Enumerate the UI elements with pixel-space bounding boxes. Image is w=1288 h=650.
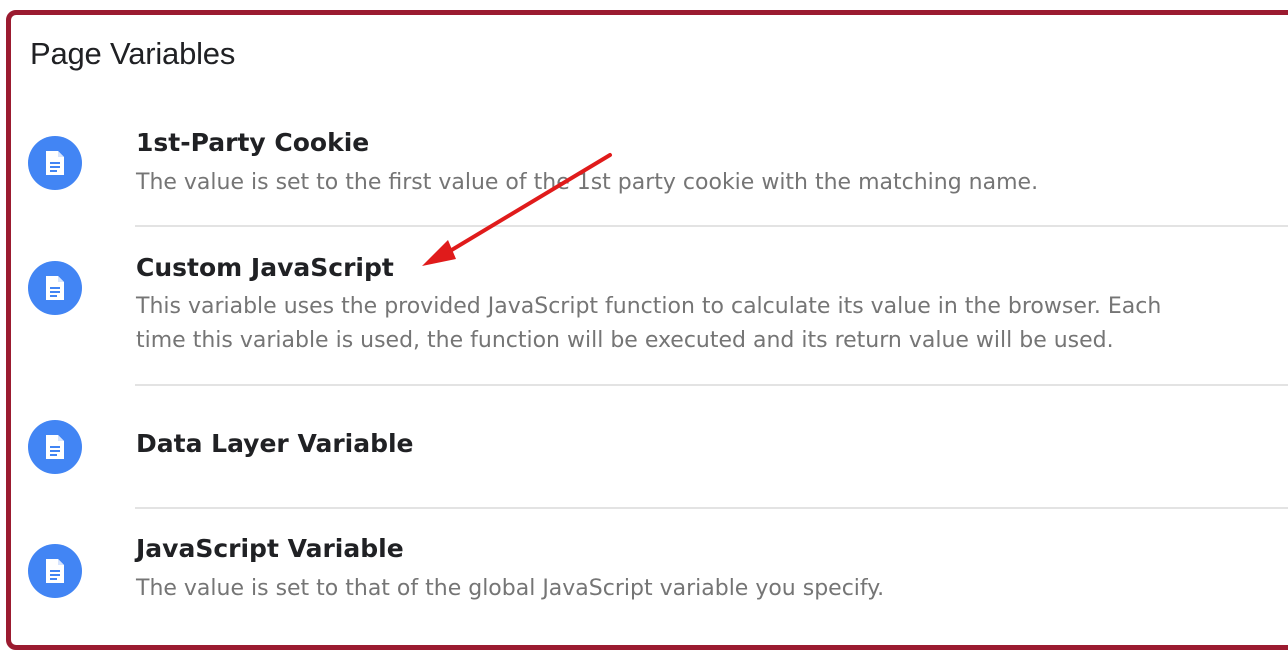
divider bbox=[135, 225, 1288, 227]
item-description-line-2: time this variable is used, the function… bbox=[136, 328, 1114, 353]
section-title: Page Variables bbox=[30, 36, 236, 71]
item-title: JavaScript Variable bbox=[136, 534, 404, 563]
item-title: Data Layer Variable bbox=[136, 429, 414, 458]
document-icon bbox=[28, 544, 82, 598]
item-title: 1st-Party Cookie bbox=[136, 128, 370, 157]
document-icon bbox=[28, 136, 82, 190]
item-description-line-1: This variable uses the provided JavaScri… bbox=[136, 294, 1162, 319]
document-icon bbox=[28, 261, 82, 315]
document-icon bbox=[28, 420, 82, 474]
divider bbox=[135, 384, 1288, 386]
item-description: The value is set to that of the global J… bbox=[136, 576, 885, 601]
item-title: Custom JavaScript bbox=[136, 253, 394, 282]
divider bbox=[135, 507, 1288, 509]
item-description: The value is set to the first value of t… bbox=[136, 170, 1039, 195]
